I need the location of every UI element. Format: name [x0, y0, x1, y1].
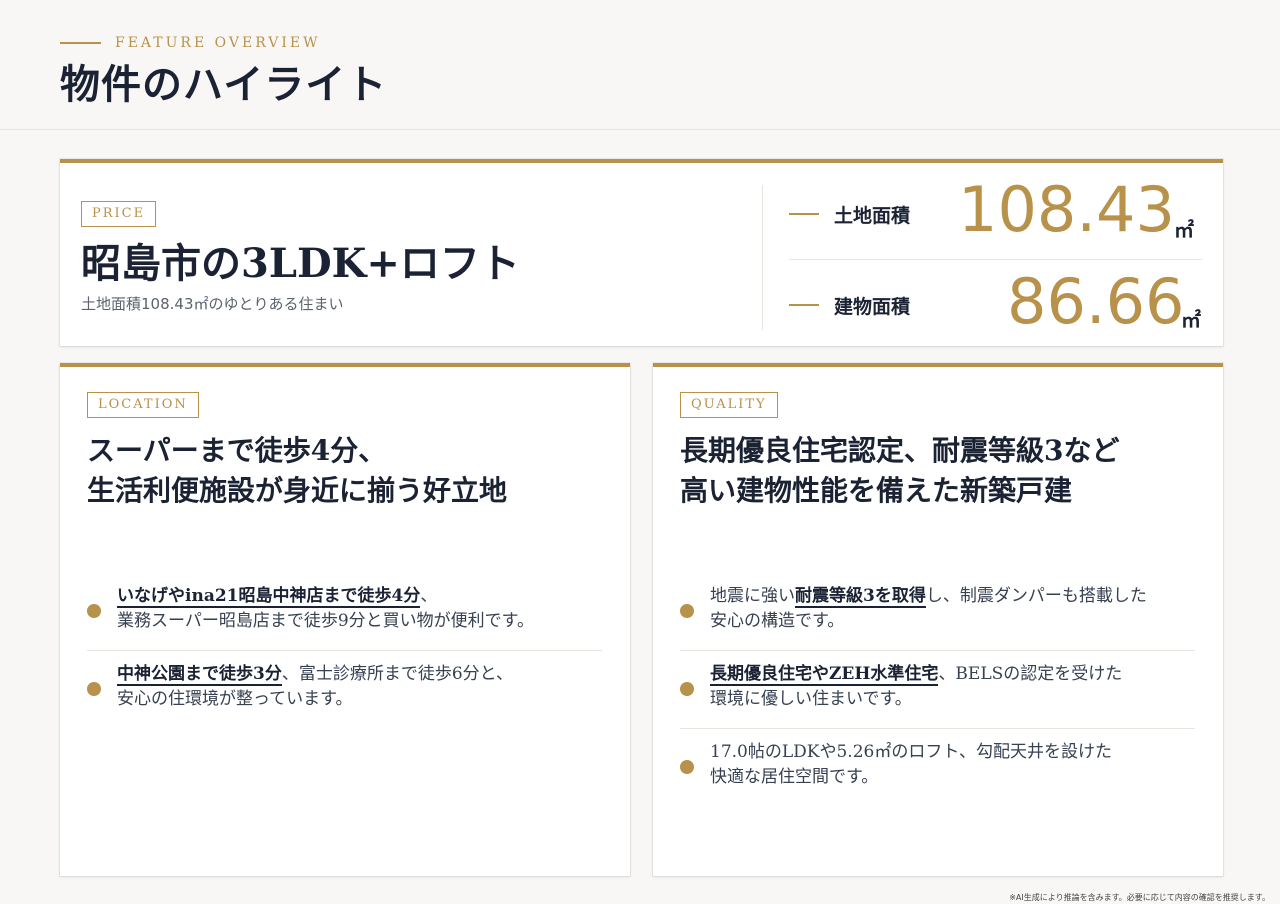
list-item-text: いなげやina21昭島中神店まで徒歩4分、 業務スーパー昭島店まで徒歩9分と買い… — [117, 584, 534, 634]
list-item-text: 地震に強い耐震等級3を取得し、制震ダンパーも搭載した 安心の構造です。 — [710, 584, 1147, 634]
price-card: PRICE 昭島市の3LDK+ロフト 土地面積108.43㎡のゆとりある住まい … — [60, 159, 1223, 346]
item-rest: し、制震ダンパーも搭載した — [925, 586, 1147, 606]
item-line2: 快適な居住空間です。 — [710, 767, 879, 787]
heading-line: 生活利便施設が身近に揃う好立地 — [87, 474, 508, 507]
building-area-value: 86.66 — [1007, 265, 1185, 338]
bullet-dot — [680, 760, 694, 774]
ai-disclaimer: ※AI生成により推論を含みます。必要に応じて内容の確認を推奨します。 — [1009, 893, 1270, 902]
stat-dash — [789, 213, 819, 215]
land-area-unit: ㎡ — [1174, 218, 1194, 242]
item-pre: 17.0帖のLDKや5.26㎡のロフト、勾配天井を設けた — [710, 742, 1112, 762]
list-item-text: 中神公園まで徒歩3分、富士診療所まで徒歩6分と、 安心の住環境が整っています。 — [117, 662, 513, 712]
page-header: FEATURE OVERVIEW 物件のハイライト — [0, 0, 1280, 130]
highlight-text: いなげやina21昭島中神店まで徒歩4分 — [117, 586, 421, 608]
divider — [680, 728, 1195, 729]
item-line2: 安心の構造です。 — [710, 611, 845, 631]
land-area-value: 108.43 — [958, 173, 1175, 246]
heading-line: スーパーまで徒歩4分、 — [87, 434, 387, 467]
land-area-stat: 土地面積 108.43 ㎡ — [789, 168, 1202, 260]
quality-card: QUALITY 長期優良住宅認定、耐震等級3など 高い建物性能を備えた新築戸建 … — [653, 363, 1223, 876]
eyebrow: FEATURE OVERVIEW — [60, 35, 320, 51]
stat-dash — [789, 304, 819, 306]
item-rest: 、富士診療所まで徒歩6分と、 — [281, 664, 513, 684]
vertical-divider — [762, 185, 763, 330]
highlight-text: 長期優良住宅やZEH水準住宅 — [710, 664, 939, 686]
price-tag: PRICE — [81, 201, 157, 227]
bullet-dot — [680, 682, 694, 696]
item-line2: 環境に優しい住まいです。 — [710, 689, 912, 709]
bullet-dot — [87, 682, 101, 696]
land-area-label: 土地面積 — [834, 205, 911, 227]
item-line2: 安心の住環境が整っています。 — [117, 689, 353, 709]
location-heading: スーパーまで徒歩4分、 生活利便施設が身近に揃う好立地 — [87, 431, 507, 511]
divider — [87, 650, 602, 651]
heading-line: 高い建物性能を備えた新築戸建 — [680, 474, 1073, 507]
eyebrow-rule — [60, 42, 101, 44]
list-item-text: 17.0帖のLDKや5.26㎡のロフト、勾配天井を設けた 快適な居住空間です。 — [710, 740, 1112, 790]
location-card: LOCATION スーパーまで徒歩4分、 生活利便施設が身近に揃う好立地 いなげ… — [60, 363, 630, 876]
price-subtitle: 土地面積108.43㎡のゆとりある住まい — [81, 295, 344, 313]
item-pre: 地震に強い — [710, 586, 795, 606]
list-item-text: 長期優良住宅やZEH水準住宅、BELSの認定を受けた 環境に優しい住まいです。 — [710, 662, 1122, 712]
bullet-dot — [680, 604, 694, 618]
divider — [680, 650, 1195, 651]
item-rest: 、 — [420, 586, 438, 606]
item-line2: 業務スーパー昭島店まで徒歩9分と買い物が便利です。 — [117, 611, 534, 631]
item-rest: 、BELSの認定を受けた — [938, 664, 1123, 684]
page-title: 物件のハイライト — [60, 61, 388, 108]
eyebrow-text: FEATURE OVERVIEW — [115, 35, 321, 51]
highlight-text: 耐震等級3を取得 — [795, 586, 926, 608]
highlight-text: 中神公園まで徒歩3分 — [117, 664, 282, 686]
quality-heading: 長期優良住宅認定、耐震等級3など 高い建物性能を備えた新築戸建 — [680, 431, 1119, 511]
building-area-label: 建物面積 — [834, 296, 911, 318]
quality-tag: QUALITY — [680, 392, 778, 418]
heading-line: 長期優良住宅認定、耐震等級3など — [680, 434, 1120, 467]
price-title: 昭島市の3LDK+ロフト — [81, 240, 520, 287]
location-tag: LOCATION — [87, 392, 199, 418]
building-area-stat: 建物面積 86.66 ㎡ — [789, 260, 1202, 340]
building-area-unit: ㎡ — [1181, 308, 1201, 332]
bullet-dot — [87, 604, 101, 618]
